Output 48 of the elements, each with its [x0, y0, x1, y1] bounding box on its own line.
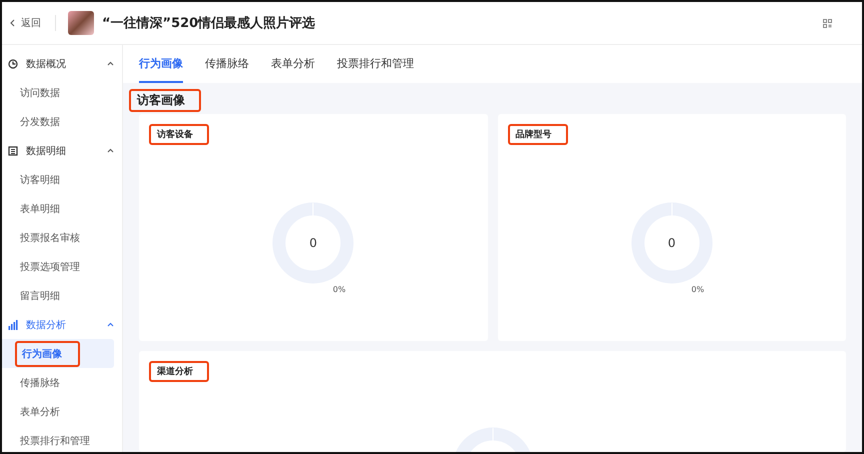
sidebar-item-label: 表单明细 [20, 202, 60, 216]
caret-icon [107, 148, 114, 153]
percent-label: 0% [691, 284, 704, 294]
clock-icon [8, 58, 18, 68]
card-title: 渠道分析 [149, 361, 209, 382]
back-link[interactable]: 返回 [10, 15, 56, 31]
sidebar-group[interactable]: 数据概况 [2, 49, 122, 78]
sidebar-item-label: 表单分析 [20, 406, 60, 420]
sidebar-item-label: 投票选项管理 [20, 260, 80, 274]
sidebar-item[interactable]: 访问数据 [2, 78, 114, 107]
section-title: 访客画像 [129, 89, 201, 112]
event-thumbnail [68, 11, 94, 35]
donut-total: 0 [309, 236, 318, 250]
qr-code-icon[interactable] [823, 18, 832, 28]
card-title: 访客设备 [149, 124, 209, 145]
sidebar-item-label: 行为画像 [15, 340, 80, 366]
sidebar-item-label: 投票报名审核 [20, 232, 80, 246]
sidebar-item-label: 投票排行和管理 [20, 434, 90, 448]
tab[interactable]: 行为画像 [139, 45, 183, 83]
sidebar-item[interactable]: 留言明细 [2, 281, 114, 310]
sidebar-item-label: 留言明细 [20, 290, 60, 304]
sidebar-item[interactable]: 访客明细 [2, 165, 114, 194]
sidebar-item[interactable]: 传播脉络 [2, 368, 114, 397]
caret-icon [107, 322, 114, 327]
tab[interactable]: 传播脉络 [205, 45, 249, 83]
percent-label: 0% [332, 284, 346, 294]
sidebar-item[interactable]: 行为画像 [2, 339, 114, 368]
chevron-left-icon [10, 19, 15, 27]
sidebar-item-label: 传播脉络 [20, 376, 60, 390]
card-title: 品牌型号 [508, 124, 568, 145]
sidebar-item-label: 访客明细 [20, 174, 60, 188]
sidebar-item-label: 分发数据 [20, 116, 60, 130]
bar-chart-icon [8, 320, 18, 330]
sidebar-item[interactable]: 分发数据 [2, 107, 114, 136]
sidebar-item[interactable]: 投票排行和管理 [2, 426, 114, 452]
sidebar-item[interactable]: 投票选项管理 [2, 252, 114, 281]
tab[interactable]: 投票排行和管理 [337, 45, 414, 83]
page-title: “一往情深”520情侣最感人照片评选 [102, 15, 316, 32]
sidebar-item-label: 访问数据 [20, 86, 60, 100]
sidebar-group[interactable]: 数据分析 [2, 310, 122, 339]
tab[interactable]: 表单分析 [271, 45, 315, 83]
donut-total: 0 [668, 236, 676, 250]
sidebar-item[interactable]: 投票报名审核 [2, 223, 114, 252]
sidebar-item[interactable]: 表单分析 [2, 397, 114, 426]
sidebar-group[interactable]: 数据明细 [2, 136, 122, 165]
caret-icon [107, 61, 114, 66]
sidebar-item[interactable]: 表单明细 [2, 194, 114, 223]
list-icon [8, 146, 18, 156]
